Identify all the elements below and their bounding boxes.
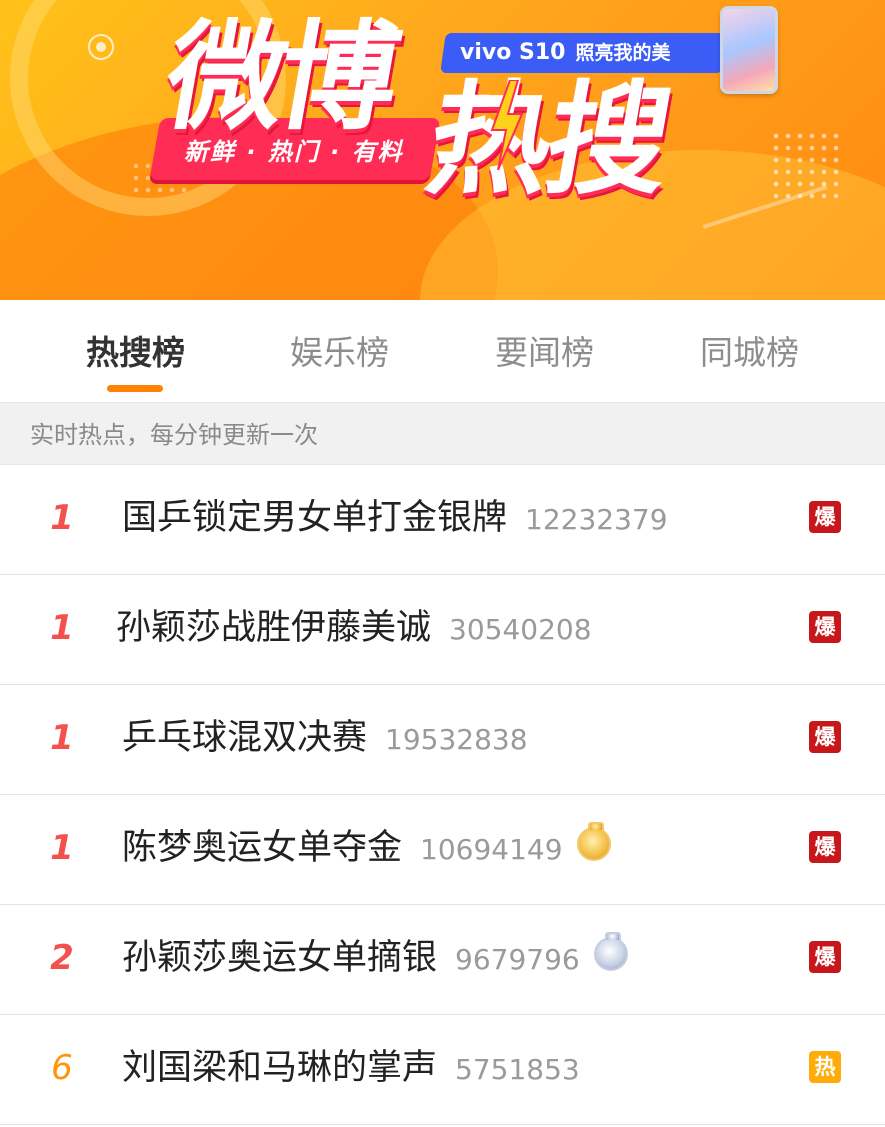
lightning-icon [490,80,524,170]
phone-image[interactable] [720,6,778,94]
list-subheader: 实时热点，每分钟更新一次 [0,403,885,465]
hot-badge: 爆 [809,611,841,643]
hot-search-logo-text: 热搜 [417,69,679,211]
subheader-text: 实时热点，每分钟更新一次 [30,421,318,449]
silver-medal-icon [593,932,628,971]
topic-title[interactable]: 乒乓球混双决赛 [122,718,367,758]
tab-news[interactable]: 要闻榜 [442,300,647,402]
ad-slogan: 照亮我的美 [575,42,671,64]
topic-title[interactable]: 陈梦奥运女单夺金 [122,828,402,868]
warm-badge: 热 [809,1051,841,1083]
active-tab-indicator [107,385,163,392]
rank-number: 2 [50,938,74,978]
search-count: 5751853 [455,1053,580,1086]
hot-badge: 爆 [809,831,841,863]
topic[interactable]: 刘国梁和马琳的掌声 5751853 [122,1015,580,1127]
topic[interactable]: 乒乓球混双决赛 19532838 [122,685,528,797]
topic[interactable]: 孙颖莎战胜伊藤美诚 30540208 [116,575,592,687]
hot-badge: 爆 [809,941,841,973]
list-item[interactable]: 6 刘国梁和马琳的掌声 5751853 热 [0,1015,885,1125]
dot-pattern [770,130,840,200]
hot-badge: 爆 [809,501,841,533]
search-count: 19532838 [385,723,528,756]
target-icon [88,34,114,60]
search-count: 30540208 [449,613,592,646]
topic[interactable]: 国乒锁定男女单打金银牌 12232379 [122,465,668,577]
topic[interactable]: 陈梦奥运女单夺金 10694149 [122,795,611,907]
tab-entertainment[interactable]: 娱乐榜 [237,300,442,402]
rank-number: 1 [50,718,74,758]
hot-search-list: 1 国乒锁定男女单打金银牌 12232379 爆 1 孙颖莎战胜伊藤美诚 30540… [0,465,885,1125]
list-item[interactable]: 1 孙颖莎战胜伊藤美诚 30540208 爆 [0,575,885,685]
topic-title[interactable]: 国乒锁定男女单打金银牌 [122,498,507,538]
ad-text[interactable]: vivo S10 照亮我的美 [460,36,670,70]
topic-title[interactable]: 孙颖莎战胜伊藤美诚 [116,608,431,648]
topic-title[interactable]: 孙颖莎奥运女单摘银 [122,938,437,978]
list-item[interactable]: 1 陈梦奥运女单夺金 10694149 爆 [0,795,885,905]
list-item[interactable]: 1 乒乓球混双决赛 19532838 爆 [0,685,885,795]
search-count: 12232379 [525,503,668,536]
rank-number: 1 [50,828,74,868]
ad-brand: vivo S10 [460,40,566,65]
hot-badge: 爆 [809,721,841,753]
search-count: 10694149 [420,833,563,866]
list-item[interactable]: 2 孙颖莎奥运女单摘银 9679796 爆 [0,905,885,1015]
rank-number: 1 [50,498,74,538]
topic[interactable]: 孙颖莎奥运女单摘银 9679796 [122,905,628,1017]
hot-search-banner: 微博 热搜 新鲜 · 热门 · 有料 vivo S10 照亮我的美 [0,0,885,300]
tab-local[interactable]: 同城榜 [647,300,852,402]
gold-medal-icon [576,822,611,861]
rank-number: 1 [50,608,74,648]
list-item[interactable]: 1 国乒锁定男女单打金银牌 12232379 爆 [0,465,885,575]
topic-title[interactable]: 刘国梁和马琳的掌声 [122,1048,437,1088]
search-count: 9679796 [455,943,580,976]
rank-number: 6 [51,1048,73,1088]
banner-slogan: 新鲜 · 热门 · 有料 [184,138,404,166]
weibo-logo-text: 微博 [155,8,405,146]
